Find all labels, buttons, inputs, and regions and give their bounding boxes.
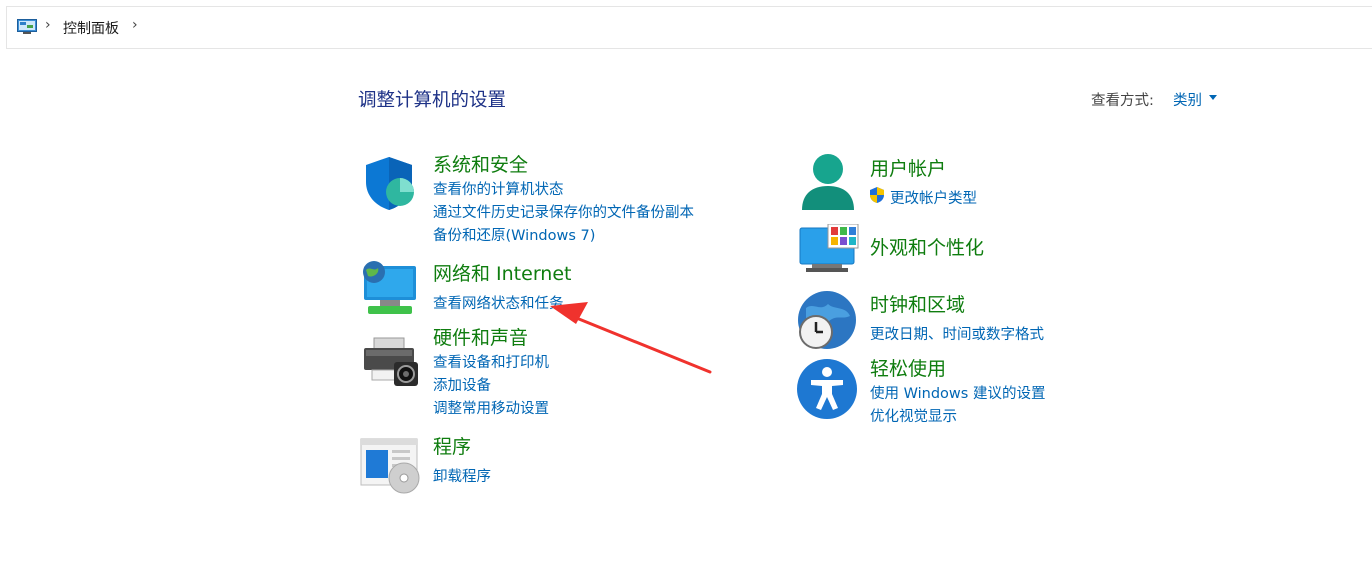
link-windows-recommended-settings[interactable]: 使用 Windows 建议的设置 (870, 382, 1045, 403)
category-title-hardware[interactable]: 硬件和声音 (433, 323, 528, 350)
link-change-account-type[interactable]: 更改帐户类型 (890, 187, 977, 208)
breadcrumb-separator[interactable]: › (45, 17, 51, 33)
address-bar[interactable]: › 控制面板 › (6, 6, 1372, 49)
user-icon[interactable] (798, 152, 858, 214)
link-backup-restore[interactable]: 备份和还原(Windows 7) (433, 224, 595, 245)
network-globe-icon[interactable] (360, 260, 420, 318)
category-title-appearance[interactable]: 外观和个性化 (870, 233, 984, 260)
accessibility-icon[interactable] (796, 358, 858, 420)
link-optimize-visual-display[interactable]: 优化视觉显示 (870, 405, 957, 426)
link-uninstall-program[interactable]: 卸载程序 (433, 465, 491, 486)
view-by-label: 查看方式: (1091, 93, 1154, 109)
link-change-date-time-format[interactable]: 更改日期、时间或数字格式 (870, 323, 1044, 344)
link-devices-printers[interactable]: 查看设备和打印机 (433, 351, 549, 372)
category-title-programs[interactable]: 程序 (433, 432, 471, 459)
category-title-user-accounts[interactable]: 用户帐户 (870, 154, 946, 181)
control-panel-icon[interactable] (17, 19, 37, 35)
view-by-dropdown[interactable]: 类别 (1173, 89, 1202, 110)
category-title-clock-region[interactable]: 时钟和区域 (870, 290, 965, 317)
chevron-down-icon[interactable] (1209, 95, 1217, 100)
breadcrumb-control-panel[interactable]: 控制面板 (63, 18, 119, 38)
page-title: 调整计算机的设置 (358, 90, 507, 111)
category-title-system-security[interactable]: 系统和安全 (433, 150, 528, 177)
link-mobility-settings[interactable]: 调整常用移动设置 (433, 397, 549, 418)
shield-icon[interactable] (360, 154, 418, 212)
category-title-network[interactable]: 网络和 Internet (433, 259, 571, 286)
breadcrumb-separator[interactable]: › (132, 17, 138, 33)
link-view-computer-status[interactable]: 查看你的计算机状态 (433, 178, 564, 199)
programs-disc-icon[interactable] (360, 438, 420, 494)
link-add-device[interactable]: 添加设备 (433, 374, 491, 395)
uac-shield-icon (870, 187, 884, 203)
link-file-history[interactable]: 通过文件历史记录保存你的文件备份副本 (433, 201, 694, 222)
red-arrow-annotation (550, 302, 712, 374)
printer-icon[interactable] (360, 334, 420, 388)
monitor-color-icon[interactable] (798, 224, 860, 276)
link-network-status[interactable]: 查看网络状态和任务 (433, 292, 564, 313)
clock-globe-icon[interactable] (796, 290, 858, 352)
category-title-ease-of-access[interactable]: 轻松使用 (870, 354, 946, 381)
